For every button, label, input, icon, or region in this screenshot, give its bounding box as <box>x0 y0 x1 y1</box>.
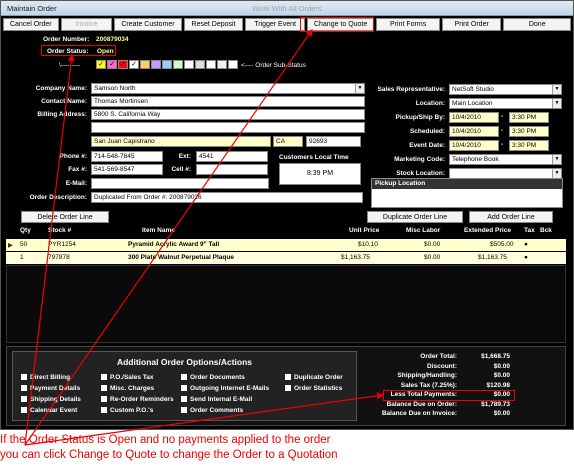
caption-line-1: If the Order Status is Open and no payme… <box>0 434 331 446</box>
caption-line-2: you can click Change to Quote to change … <box>0 449 338 461</box>
caption: If the Order Status is Open and no payme… <box>0 433 574 463</box>
annotation-arrows <box>24 29 385 446</box>
